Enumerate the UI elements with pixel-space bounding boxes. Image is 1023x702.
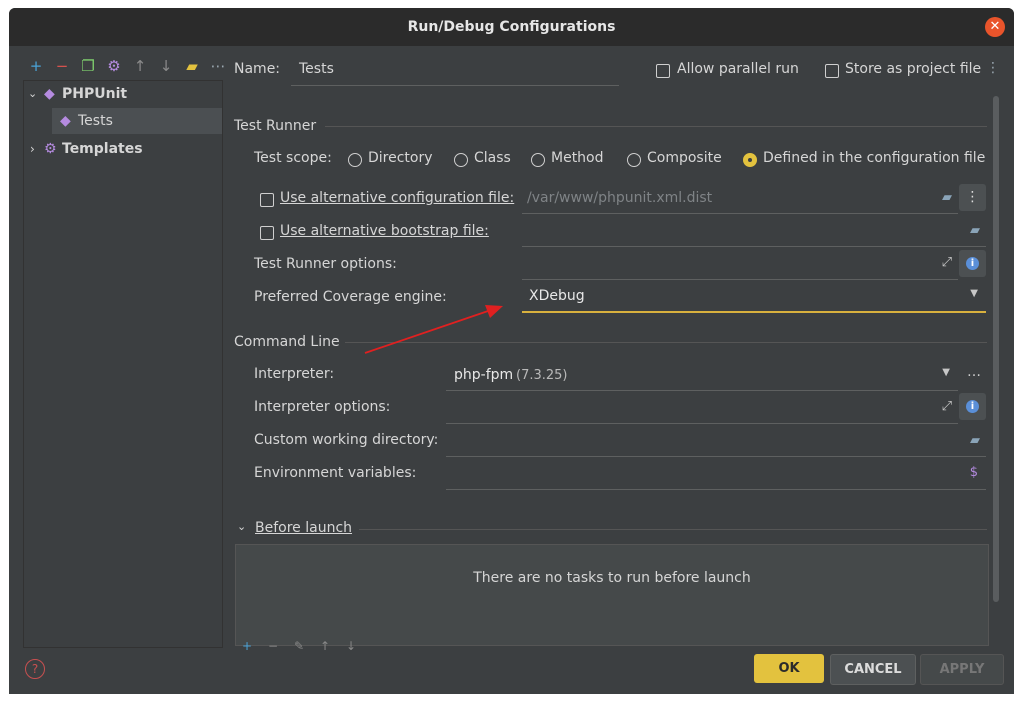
annotation-arrow <box>364 305 503 354</box>
run-debug-dialog: Run/Debug Configurations ✕ + − ❐ ⚙ ↑ ↓ ▰… <box>9 8 1014 694</box>
